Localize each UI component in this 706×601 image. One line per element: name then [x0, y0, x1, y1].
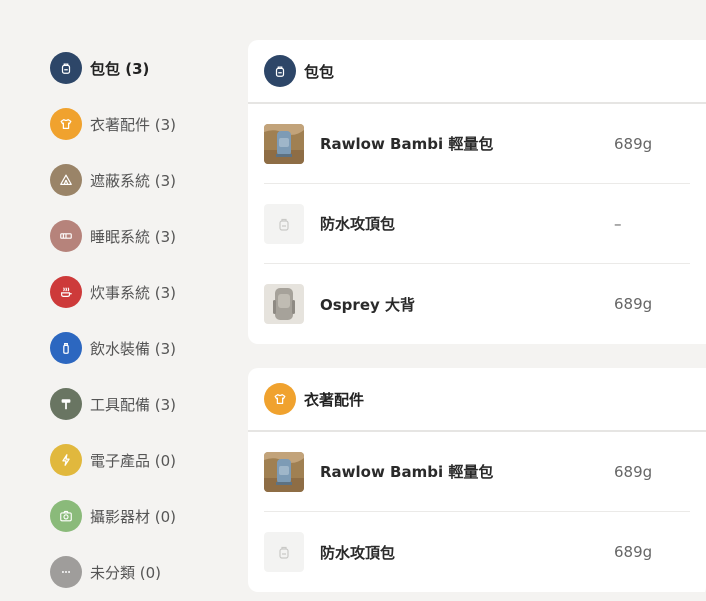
- blue-backpack-photo: [264, 451, 304, 492]
- sidebar-item-sleep[interactable]: 睡眠系統 (3): [50, 208, 240, 264]
- item-name: 防水攻頂包: [320, 543, 396, 562]
- item-weight: 689g: [614, 543, 653, 561]
- section-bag: 包包 Rawlow Bambi 輕量包 689g 防水攻頂包 – Osprey …: [248, 40, 706, 344]
- sidebar-item-electronics[interactable]: 電子產品 (0): [50, 432, 240, 488]
- sidebar-item-cooking[interactable]: 炊事系統 (3): [50, 264, 240, 320]
- sidebar-item-uncategorized[interactable]: 未分類 (0): [50, 544, 240, 600]
- backpack-icon: [50, 52, 82, 84]
- tshirt-icon: [50, 108, 82, 140]
- section-header: 包包: [248, 40, 706, 104]
- sidebar-item-label: 攝影器材 (0): [90, 507, 177, 526]
- stove-icon: [50, 276, 82, 308]
- item-name: Rawlow Bambi 輕量包: [320, 135, 494, 153]
- sleeping-mat-icon: [50, 220, 82, 252]
- section-title: 包包: [304, 62, 335, 81]
- item-weight: –: [614, 214, 622, 233]
- item-thumbnail: [264, 451, 304, 492]
- item-weight: 689g: [614, 134, 653, 153]
- sidebar-item-photo[interactable]: 攝影器材 (0): [50, 488, 240, 544]
- sidebar-item-water[interactable]: 飲水裝備 (3): [50, 320, 240, 376]
- placeholder-backpack-icon: [279, 218, 289, 231]
- item-thumbnail: [264, 284, 304, 324]
- gear-item-row[interactable]: Rawlow Bambi 輕量包 689g: [264, 432, 690, 512]
- backpack-icon: [264, 55, 296, 87]
- sidebar-item-label: 工具配備 (3): [90, 395, 177, 414]
- tshirt-icon: [264, 383, 296, 415]
- gray-backpack-photo: [264, 284, 304, 324]
- more-icon: [50, 556, 82, 588]
- gear-item-row[interactable]: 防水攻頂包 689g: [264, 512, 690, 592]
- gear-item-row[interactable]: Osprey 大背 689g: [264, 264, 690, 344]
- sidebar-item-label: 衣著配件 (3): [90, 115, 177, 134]
- item-name: Rawlow Bambi 輕量包: [320, 463, 494, 481]
- item-thumbnail: [264, 203, 304, 244]
- gear-item-row[interactable]: Rawlow Bambi 輕量包 689g: [264, 104, 690, 184]
- blue-backpack-photo: [264, 123, 304, 164]
- sidebar-item-label: 未分類 (0): [90, 563, 162, 582]
- item-thumbnail: [264, 123, 304, 164]
- lightning-icon: [50, 444, 82, 476]
- item-name: 防水攻頂包: [320, 215, 396, 233]
- sidebar-item-shelter[interactable]: 遮蔽系統 (3): [50, 152, 240, 208]
- sidebar-item-label: 睡眠系統 (3): [90, 227, 177, 246]
- item-name: Osprey 大背: [320, 295, 415, 314]
- section-clothing: 衣著配件 Rawlow Bambi 輕量包 689g 防水攻頂包 689g: [248, 368, 706, 592]
- sidebar-item-label: 電子產品 (0): [90, 451, 177, 470]
- app-window: 包包 (3) 衣著配件 (3) 遮蔽系統 (3) 睡眠系統 (3) 炊事系統 (: [0, 0, 706, 601]
- item-weight: 689g: [614, 295, 653, 313]
- gear-item-row[interactable]: 防水攻頂包 –: [264, 184, 690, 264]
- sidebar-item-clothing[interactable]: 衣著配件 (3): [50, 96, 240, 152]
- section-header: 衣著配件: [248, 368, 706, 432]
- category-sidebar: 包包 (3) 衣著配件 (3) 遮蔽系統 (3) 睡眠系統 (3) 炊事系統 (: [50, 40, 240, 600]
- placeholder-backpack-icon: [279, 546, 289, 559]
- sidebar-item-label: 炊事系統 (3): [90, 283, 177, 302]
- sidebar-item-bag[interactable]: 包包 (3): [50, 40, 240, 96]
- water-bottle-icon: [50, 332, 82, 364]
- camera-icon: [50, 500, 82, 532]
- sidebar-item-label: 包包 (3): [90, 59, 150, 78]
- hammer-icon: [50, 388, 82, 420]
- gear-list: 包包 Rawlow Bambi 輕量包 689g 防水攻頂包 – Osprey …: [248, 40, 706, 601]
- sidebar-item-label: 遮蔽系統 (3): [90, 171, 177, 190]
- item-weight: 689g: [614, 462, 653, 481]
- sidebar-item-tools[interactable]: 工具配備 (3): [50, 376, 240, 432]
- tent-icon: [50, 164, 82, 196]
- item-thumbnail: [264, 532, 304, 572]
- sidebar-item-label: 飲水裝備 (3): [90, 339, 177, 358]
- section-title: 衣著配件: [304, 390, 365, 409]
